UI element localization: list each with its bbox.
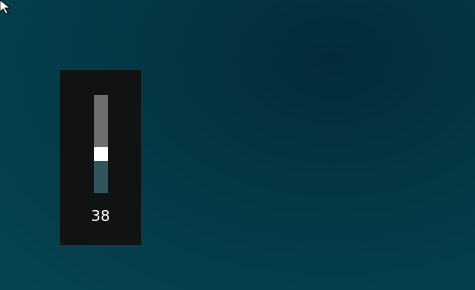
desktop: { "desktop": { "background_color": "#043… (0, 0, 475, 290)
volume-slider-track[interactable] (94, 95, 108, 147)
volume-slider[interactable] (94, 95, 108, 193)
volume-slider-fill[interactable] (94, 161, 108, 193)
arrow-pointer-icon (0, 0, 12, 14)
volume-level-label: 38 (90, 207, 111, 225)
volume-flyout: 38 (60, 70, 141, 245)
volume-slider-thumb[interactable] (94, 147, 108, 161)
